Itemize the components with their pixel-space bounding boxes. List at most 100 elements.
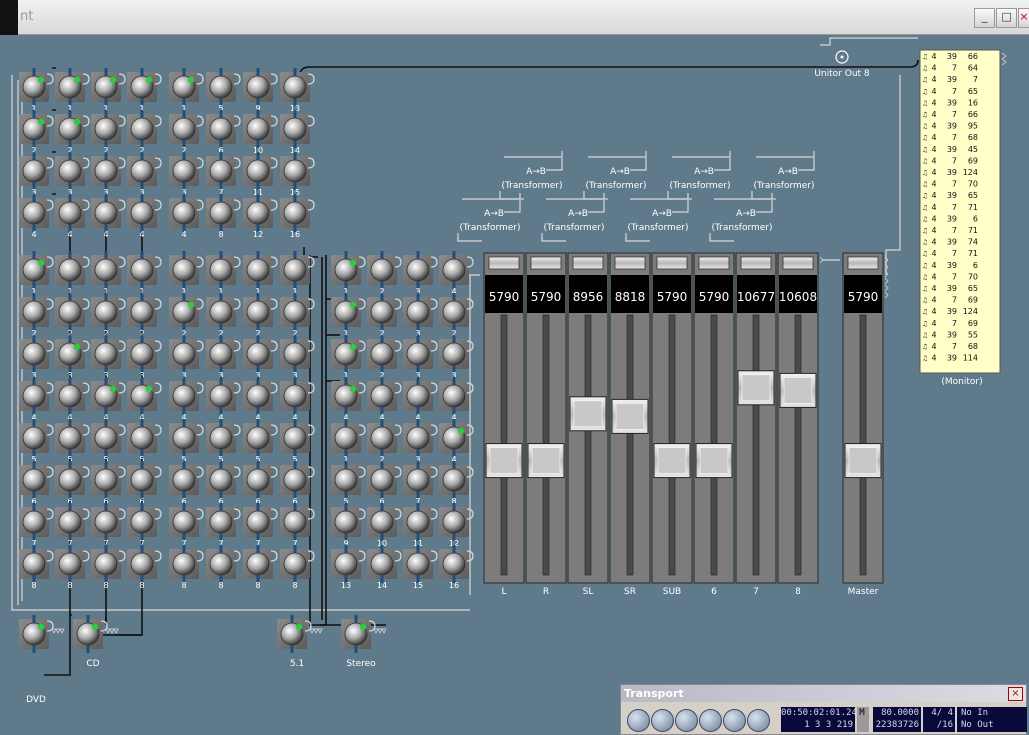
unitor-out-object[interactable]: Unitor Out 8 bbox=[814, 50, 870, 79]
record-icon[interactable] bbox=[627, 709, 650, 732]
environment-canvas[interactable]: 1 1 1 1 2 2 2 2 3 3 3 3 4 4 4 4 1 5 9 13 2 6 10 14 3 7 11 15 4 8 12 16 1… bbox=[0, 35, 1029, 733]
close-button[interactable]: × bbox=[1018, 8, 1029, 28]
transformer-object[interactable]: A→B (Transformer) bbox=[499, 151, 563, 200]
monitor-cell: 69 bbox=[968, 296, 978, 305]
channel-fader[interactable]: 5790 R bbox=[525, 252, 567, 597]
monitor-cell: 4 bbox=[931, 214, 936, 223]
tempo-readout: 80.0000 bbox=[881, 708, 919, 718]
note-icon: ♫ bbox=[922, 250, 928, 258]
transformer-object[interactable]: A→B (Transformer) bbox=[583, 151, 647, 200]
transport-window: Transport × 00:50:02:01.24 1 3 3 219 M 8… bbox=[620, 684, 1027, 735]
note-icon: ♫ bbox=[922, 65, 928, 73]
fader-button[interactable] bbox=[614, 256, 646, 270]
maximize-button[interactable]: □ bbox=[996, 8, 1017, 28]
fader-button[interactable] bbox=[782, 256, 814, 270]
channel-fader[interactable]: 10677 7 bbox=[735, 252, 777, 597]
monitor-cell: 39 bbox=[947, 168, 957, 177]
monitor-cell: 6 bbox=[973, 214, 978, 223]
transformer-label: (Transformer) bbox=[585, 181, 646, 191]
monitor-cell: 7 bbox=[952, 156, 957, 165]
m-indicator[interactable]: M bbox=[857, 707, 869, 732]
fader-button[interactable] bbox=[572, 256, 604, 270]
fader-slot bbox=[794, 314, 802, 576]
fader-label: SR bbox=[624, 587, 636, 597]
transformer-object[interactable]: A→B (Transformer) bbox=[709, 193, 773, 242]
note-icon: ♫ bbox=[922, 88, 928, 96]
fader-value: 5790 bbox=[699, 290, 730, 304]
output-port-icon bbox=[1001, 52, 1007, 66]
signature-bottom: /16 bbox=[936, 720, 953, 730]
output-port-icon bbox=[884, 291, 889, 299]
mixer-layer: A→B (Transformer) A→B (Transformer) A→B (Tran… bbox=[457, 49, 1007, 597]
fader-value: 5790 bbox=[489, 290, 520, 304]
play-icon[interactable] bbox=[675, 709, 698, 732]
monitor-object[interactable]: ♫ 4 39 66♫ 4 7 64♫ 4 39 7♫ 4 7 65♫ 4 39 16♫ 4 7 66♫ 4 39 95♫ 4… bbox=[919, 49, 1007, 387]
fader-slot bbox=[626, 314, 634, 576]
transformer-label: (Transformer) bbox=[753, 181, 814, 191]
fader-value: 5790 bbox=[657, 290, 688, 304]
monitor-cell: 65 bbox=[968, 87, 978, 96]
note-icon: ♫ bbox=[922, 146, 928, 154]
monitor-cell: 68 bbox=[968, 133, 978, 142]
fader-button[interactable] bbox=[530, 256, 562, 270]
transformer-object[interactable]: A→B (Transformer) bbox=[667, 151, 731, 200]
signature-display[interactable]: 4/ 4 /16 bbox=[923, 707, 955, 732]
monitor-cell: 95 bbox=[968, 122, 978, 131]
pause-icon[interactable] bbox=[651, 709, 674, 732]
monitor-cell: 4 bbox=[931, 284, 936, 293]
monitor-cell: 7 bbox=[952, 110, 957, 119]
monitor-cell: 39 bbox=[947, 261, 957, 270]
fader-label: R bbox=[543, 587, 549, 597]
fader-value: 8956 bbox=[573, 290, 604, 304]
monitor-cell: 4 bbox=[931, 319, 936, 328]
monitor-cell: 4 bbox=[931, 261, 936, 270]
fader-button[interactable] bbox=[698, 256, 730, 270]
transformer-glyph: A→B bbox=[652, 209, 672, 219]
master-fader[interactable]: 5790 Master bbox=[842, 252, 884, 597]
note-icon: ♫ bbox=[922, 76, 928, 84]
transformer-object[interactable]: A→B (Transformer) bbox=[541, 193, 605, 242]
monitor-cell: 68 bbox=[968, 342, 978, 351]
fader-button[interactable] bbox=[488, 256, 520, 270]
channel-fader[interactable]: 8956 SL bbox=[567, 252, 609, 597]
rewind-icon[interactable] bbox=[723, 709, 746, 732]
channel-fader[interactable]: 5790 SUB bbox=[651, 252, 693, 597]
fader-cap-face bbox=[699, 447, 729, 474]
monitor-cell: 39 bbox=[947, 191, 957, 200]
channel-fader[interactable]: 5790 L bbox=[483, 252, 525, 597]
monitor-cell: 70 bbox=[968, 272, 978, 281]
transformer-object[interactable]: A→B (Transformer) bbox=[751, 151, 815, 200]
monitor-cell: 7 bbox=[973, 75, 978, 84]
fader-button[interactable] bbox=[740, 256, 772, 270]
channel-fader[interactable]: 8818 SR bbox=[609, 252, 651, 597]
note-icon: ♫ bbox=[922, 192, 928, 200]
transport-close-button[interactable]: × bbox=[1008, 687, 1023, 701]
fader-label: SL bbox=[583, 587, 594, 597]
midi-activity-display[interactable]: No In No Out bbox=[957, 707, 1027, 732]
transformer-object[interactable]: A→B (Transformer) bbox=[625, 193, 689, 242]
monitor-cell: 55 bbox=[968, 330, 978, 339]
fader-button[interactable] bbox=[656, 256, 688, 270]
fader-cap-face bbox=[741, 374, 771, 402]
monitor-cell: 39 bbox=[947, 214, 957, 223]
channel-fader[interactable]: 5790 6 bbox=[693, 252, 735, 597]
fader-label: 7 bbox=[753, 587, 759, 597]
tempo-display[interactable]: 80.0000 22383726 bbox=[873, 707, 921, 732]
channel-fader[interactable]: 10608 8 bbox=[777, 252, 819, 597]
monitor-cell: 66 bbox=[968, 110, 978, 119]
stop-icon[interactable] bbox=[699, 709, 722, 732]
transformer-cable bbox=[541, 233, 566, 242]
fader-button[interactable] bbox=[847, 256, 879, 270]
monitor-cell: 65 bbox=[968, 284, 978, 293]
fast-forward-icon[interactable] bbox=[747, 709, 770, 732]
note-icon: ♫ bbox=[922, 99, 928, 107]
note-icon: ♫ bbox=[922, 297, 928, 305]
monitor-cell: 39 bbox=[947, 307, 957, 316]
transformer-object[interactable]: A→B (Transformer) bbox=[457, 193, 521, 242]
fader-value: 5790 bbox=[531, 290, 562, 304]
position-display[interactable]: 00:50:02:01.24 1 3 3 219 bbox=[781, 707, 857, 732]
minimize-button[interactable]: _ bbox=[974, 8, 995, 28]
note-icon: ♫ bbox=[922, 355, 928, 363]
fader-label: L bbox=[501, 587, 506, 597]
monitor-cell: 4 bbox=[931, 98, 936, 107]
